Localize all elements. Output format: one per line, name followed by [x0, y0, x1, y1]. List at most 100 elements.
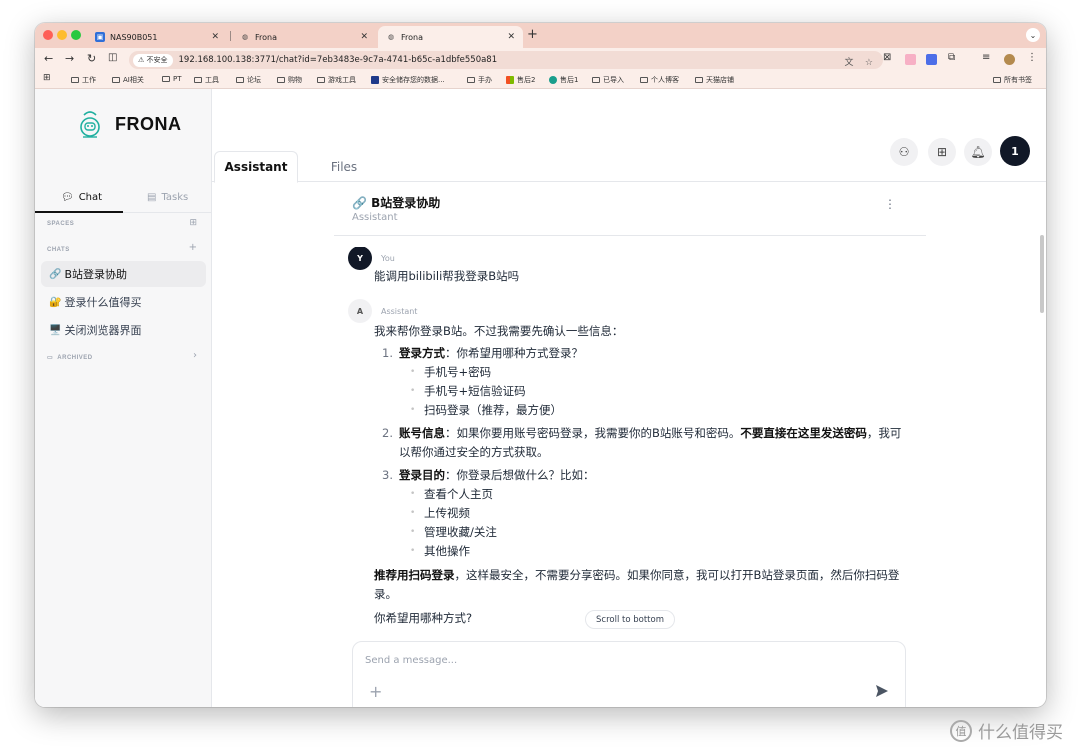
bookmark-folder[interactable]: 天猫店铺: [695, 75, 734, 85]
microsoft-icon: [506, 76, 514, 84]
browser-tab-frona-1[interactable]: ◍ Frona ✕: [232, 26, 376, 48]
extensions-puzzle-icon[interactable]: ⧉: [948, 52, 959, 63]
chat-item-smzdm-login[interactable]: 🔐 登录什么值得买: [41, 289, 206, 315]
tab-search-chevron-icon[interactable]: ⌄: [1026, 28, 1040, 42]
chat-item-label: 登录什么值得买: [64, 296, 142, 309]
folder-icon: [695, 77, 703, 83]
tab-files[interactable]: Files: [324, 151, 364, 182]
folder-icon: [467, 77, 475, 83]
bookmark-folder[interactable]: AI相关: [112, 75, 144, 85]
archive-box-icon: ▭: [47, 355, 54, 361]
address-bar[interactable]: ⚠ 不安全 192.168.100.138:3771/chat?id=7eb34…: [129, 51, 883, 69]
extension-icon-2[interactable]: [905, 54, 916, 65]
new-tab-button[interactable]: +: [527, 27, 538, 42]
top-bar: Assistant Files ⚇ ⊞ 🔔︎ 1: [212, 89, 1046, 183]
close-window-button[interactable]: [43, 30, 53, 40]
chats-section-label: CHATS: [47, 247, 70, 253]
message-composer: Send a message... +: [352, 641, 906, 707]
bookmark-folder[interactable]: 购物: [277, 75, 302, 85]
browser-toolbar: ← → ↻ ◫ ⚠ 不安全 192.168.100.138:3771/chat?…: [35, 48, 1046, 71]
tab-title: Frona: [255, 32, 277, 42]
archived-section[interactable]: ▭ ARCHIVED: [47, 354, 93, 361]
translate-icon[interactable]: 文: [844, 58, 853, 68]
new-chat-plus-icon[interactable]: +: [189, 242, 197, 253]
user-avatar[interactable]: 1: [1000, 136, 1030, 166]
chat-item-close-browser[interactable]: 🖥️ 关闭浏览器界面: [41, 317, 206, 343]
users-icon[interactable]: ⚇: [890, 138, 918, 166]
bookmark-folder[interactable]: 论坛: [236, 75, 261, 85]
extension-icon-1[interactable]: ⊠: [883, 52, 894, 63]
profile-avatar-icon[interactable]: [1004, 54, 1015, 65]
bookmark-star-icon[interactable]: ☆: [865, 58, 873, 68]
minimize-window-button[interactable]: [57, 30, 67, 40]
sender-name: You: [381, 253, 395, 263]
user-message-text: 能调用bilibili帮我登录B站吗: [374, 269, 520, 283]
list-item: 手机号+密码: [410, 363, 908, 382]
bookmark-folder[interactable]: 工具: [194, 75, 219, 85]
folder-icon: [640, 77, 648, 83]
reading-list-icon[interactable]: ≡: [982, 52, 993, 63]
chat-subtitle: Assistant: [352, 212, 398, 223]
tab-chat[interactable]: 💬︎ Chat: [61, 192, 102, 203]
send-icon[interactable]: [875, 684, 889, 698]
back-arrow-icon[interactable]: ←: [44, 52, 53, 65]
split-view-icon[interactable]: ◫: [108, 52, 117, 63]
chat-item-bilibili-login[interactable]: 🔗 B站登录协助: [41, 261, 206, 287]
chevron-right-icon[interactable]: ›: [193, 350, 197, 361]
folder-icon: [162, 76, 170, 82]
tab-strip: ▣ NAS90B051 ✕ ◍ Frona ✕ ◍ Frona ✕ + ⌄: [35, 23, 1046, 48]
bookmark-folder[interactable]: 已导入: [592, 75, 624, 85]
close-tab-icon[interactable]: ✕: [360, 32, 368, 42]
close-tab-icon[interactable]: ✕: [211, 32, 219, 42]
more-vertical-icon[interactable]: ⋮: [884, 197, 896, 211]
folder-icon: [277, 77, 285, 83]
tab-assistant[interactable]: Assistant: [214, 151, 298, 183]
browser-tab-frona-active[interactable]: ◍ Frona ✕: [378, 26, 523, 48]
bookmark-link[interactable]: 售后1: [549, 75, 578, 85]
close-tab-icon[interactable]: ✕: [507, 32, 515, 42]
extension-icon-3[interactable]: [926, 54, 937, 65]
list-item: 扫码登录（推荐，最方便）: [410, 401, 908, 420]
bullet-list: 查看个人主页 上传视频 管理收藏/关注 其他操作: [410, 485, 908, 561]
sidebar-tabs: 💬︎ Chat ▤ Tasks: [35, 187, 212, 213]
all-bookmarks-folder[interactable]: 所有书签: [993, 75, 1032, 85]
message-input[interactable]: Send a message...: [365, 655, 457, 666]
bookmark-folder[interactable]: PT: [162, 75, 182, 83]
recommendation-paragraph: 推荐用扫码登录，这样最安全，不需要分享密码。如果你同意，我可以打开B站登录页面，…: [374, 568, 900, 601]
not-secure-badge[interactable]: ⚠ 不安全: [133, 53, 173, 67]
add-attachment-plus-icon[interactable]: +: [369, 682, 382, 701]
maximize-window-button[interactable]: [71, 30, 81, 40]
bookmark-link[interactable]: 安全储存您的数据...: [371, 75, 445, 85]
reload-icon[interactable]: ↻: [87, 52, 96, 65]
bookmark-folder[interactable]: 个人博客: [640, 75, 679, 85]
list-item: 3. 登录目的：你登录后想做什么？比如：: [382, 468, 595, 482]
scroll-to-bottom-button[interactable]: Scroll to bottom: [585, 610, 675, 629]
more-menu-icon[interactable]: ⋮: [1027, 52, 1038, 63]
bookmark-folder[interactable]: 游戏工具: [317, 75, 356, 85]
folder-icon: [592, 77, 600, 83]
bookmark-folder[interactable]: 工作: [71, 75, 96, 85]
add-space-icon[interactable]: ⊞: [189, 218, 197, 228]
watermark: 值 什么值得买: [950, 718, 1063, 743]
list-item: 上传视频: [410, 504, 908, 523]
clipboard-icon: ▤: [147, 192, 157, 203]
bell-icon[interactable]: 🔔︎: [964, 138, 992, 166]
active-tab-indicator: [35, 211, 123, 213]
apps-grid-icon[interactable]: ⊞: [928, 138, 956, 166]
chat-title: 🔗 B站登录协助: [352, 196, 441, 210]
bookmark-folder[interactable]: 手办: [467, 75, 492, 85]
tab-tasks[interactable]: ▤ Tasks: [147, 192, 188, 203]
url-actions: 文 ☆: [844, 55, 873, 68]
scrollbar-thumb[interactable]: [1040, 235, 1044, 313]
list-item: 管理收藏/关注: [410, 523, 908, 542]
browser-tab-nas[interactable]: ▣ NAS90B051 ✕: [87, 26, 227, 48]
apps-grid-icon[interactable]: ⊞: [43, 73, 51, 83]
bookmark-link[interactable]: 售后2: [506, 75, 535, 85]
message-list: Y You 能调用bilibili帮我登录B站吗 A Assistant 我来帮…: [348, 247, 908, 627]
chat-header: 🔗 B站登录协助 Assistant ⋮: [334, 186, 926, 236]
list-item: 其他操作: [410, 542, 908, 561]
bookmarks-bar: ⊞ 工作 AI相关 PT 工具 论坛 购物 游戏工具 安全储存您的数据... 手…: [35, 71, 1046, 89]
brand: FRONA: [79, 109, 182, 139]
forward-arrow-icon[interactable]: →: [65, 52, 74, 65]
watermark-text: 什么值得买: [978, 723, 1063, 743]
